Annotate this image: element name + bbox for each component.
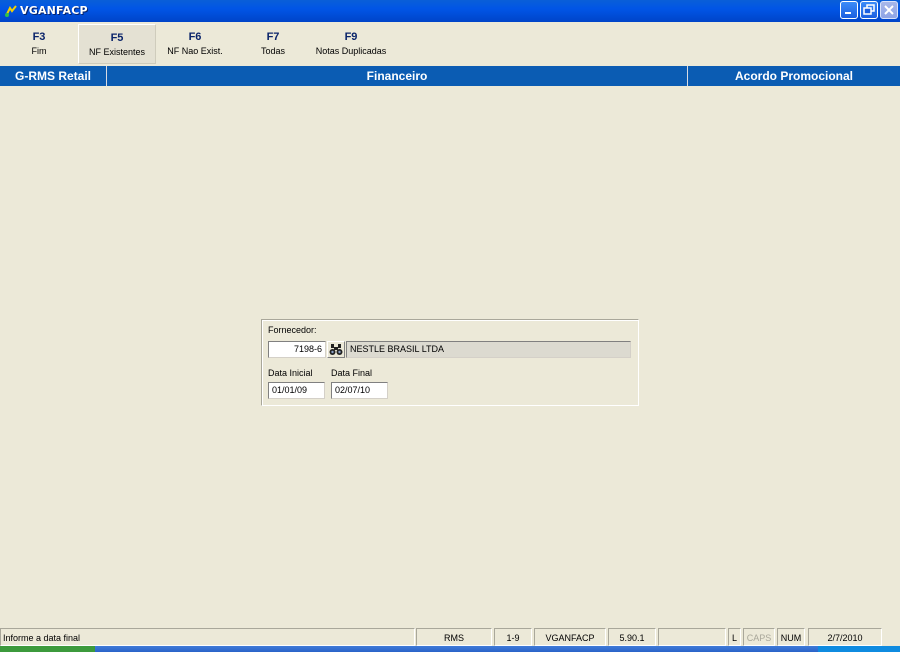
status-num-indicator: NUM <box>777 628 805 646</box>
status-system: RMS <box>416 628 492 646</box>
restore-icon <box>863 4 875 15</box>
status-caps-indicator: CAPS <box>743 628 775 646</box>
fornecedor-code-input[interactable]: 7198-6 <box>268 341 326 358</box>
binoculars-icon <box>329 344 343 355</box>
f7-key-label: F7 <box>266 31 280 43</box>
data-inicial-label: Data Inicial <box>268 368 313 378</box>
f5-key-label: F5 <box>110 32 124 44</box>
f6-action-label: NF Nao Exist. <box>167 46 223 56</box>
status-range: 1-9 <box>494 628 532 646</box>
restore-button[interactable] <box>860 1 878 19</box>
f7-todas-button[interactable]: F7 Todas <box>234 24 312 64</box>
title-bar: VGANFACP <box>0 0 900 22</box>
window-title: VGANFACP <box>20 4 88 17</box>
system-tray-edge <box>818 646 900 652</box>
header-function: Acordo Promocional <box>734 69 853 83</box>
taskbar-edge <box>0 646 900 652</box>
f6-key-label: F6 <box>188 31 202 43</box>
close-icon <box>884 5 894 15</box>
status-bar: Informe a data final RMS 1-9 VGANFACP 5.… <box>0 627 900 646</box>
status-version: 5.90.1 <box>608 628 656 646</box>
function-key-toolbar: F3 Fim F5 NF Existentes F6 NF Nao Exist.… <box>0 22 900 66</box>
data-final-input[interactable]: 02/07/10 <box>331 382 388 399</box>
app-icon <box>5 5 17 17</box>
minimize-icon <box>845 12 851 14</box>
header-module: Financeiro <box>366 69 428 83</box>
status-l-indicator: L <box>728 628 741 646</box>
f5-nf-existentes-button[interactable]: F5 NF Existentes <box>78 24 156 64</box>
data-inicial-input[interactable]: 01/01/09 <box>268 382 325 399</box>
f9-notas-duplicadas-button[interactable]: F9 Notas Duplicadas <box>312 24 390 64</box>
start-button-edge[interactable] <box>0 646 95 652</box>
f9-key-label: F9 <box>344 31 358 43</box>
status-blank <box>658 628 726 646</box>
status-program: VGANFACP <box>534 628 606 646</box>
f6-nf-nao-exist-button[interactable]: F6 NF Nao Exist. <box>156 24 234 64</box>
f3-key-label: F3 <box>32 31 46 43</box>
minimize-button[interactable] <box>840 1 858 19</box>
f5-action-label: NF Existentes <box>88 47 146 57</box>
fornecedor-name-field: NESTLE BRASIL LTDA <box>346 341 631 358</box>
f3-action-label: Fim <box>31 46 47 56</box>
module-header: G-RMS Retail Financeiro Acordo Promocion… <box>0 66 900 86</box>
close-button[interactable] <box>880 1 898 19</box>
fornecedor-label: Fornecedor: <box>268 325 317 335</box>
status-date: 2/7/2010 <box>808 628 882 646</box>
f3-fim-button[interactable]: F3 Fim <box>0 24 78 64</box>
header-product: G-RMS Retail <box>14 69 91 83</box>
fornecedor-lookup-button[interactable] <box>327 341 345 358</box>
status-message: Informe a data final <box>0 628 415 646</box>
f9-action-label: Notas Duplicadas <box>315 46 387 56</box>
data-final-label: Data Final <box>331 368 373 378</box>
f7-action-label: Todas <box>260 46 286 56</box>
